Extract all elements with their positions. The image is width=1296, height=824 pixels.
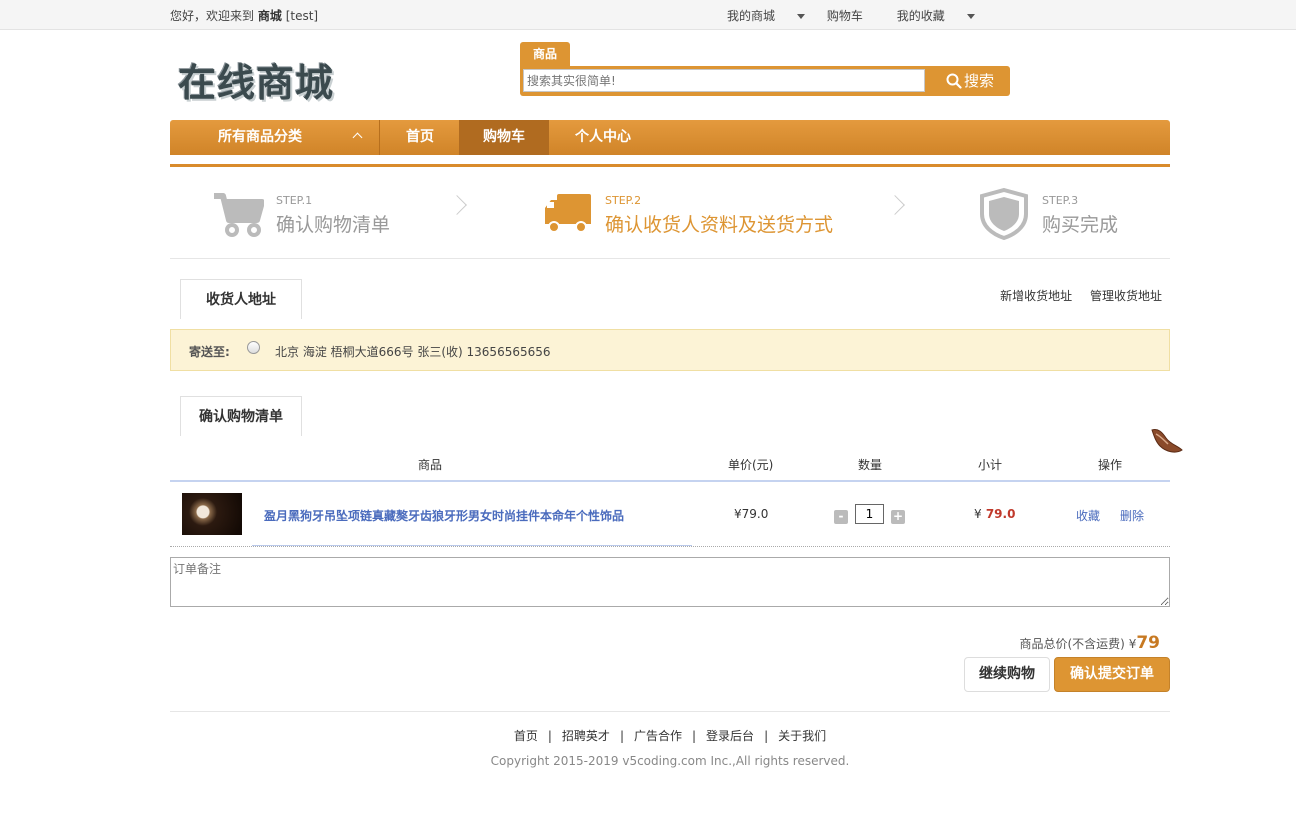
separator: |: [547, 729, 552, 743]
nav-item-cart[interactable]: 购物车: [459, 120, 549, 155]
address-actions: 新增收货地址 管理收货地址: [986, 287, 1162, 304]
header-qty: 数量: [858, 458, 883, 472]
qty-increase-button[interactable]: +: [891, 510, 905, 524]
quantity-input[interactable]: [855, 504, 884, 524]
top-bar: 您好，欢迎来到 商城 [test] 我的商城 购物车 我的收藏: [0, 0, 1296, 30]
header-price: 单价(元): [728, 458, 774, 472]
my-mall-menu[interactable]: 我的商城: [727, 9, 806, 23]
nav-divider: [170, 164, 1170, 167]
favorites-menu[interactable]: 我的收藏: [897, 9, 975, 23]
order-remark-field[interactable]: [170, 557, 1170, 607]
truck-icon: [545, 194, 591, 233]
cart-icon: [214, 193, 264, 237]
table-row: 盈月黑狗牙吊坠项链真藏獒牙齿狼牙形男女时尚挂件本命年个性饰品 ¥79.0 - +…: [170, 482, 1170, 547]
footer-link-jobs[interactable]: 招聘英才: [562, 729, 610, 743]
separator: |: [764, 729, 769, 743]
site-logo[interactable]: 在线商城: [178, 52, 334, 107]
subtotal-value: 79.0: [985, 507, 1016, 521]
nav-item-user-center[interactable]: 个人中心: [549, 120, 657, 155]
separator: |: [619, 729, 624, 743]
copyright: Copyright 2015-2019 v5coding.com Inc.,Al…: [490, 754, 850, 768]
top-links: 我的商城 购物车 我的收藏: [727, 7, 993, 24]
tab-confirm-cart[interactable]: 确认购物清单: [180, 396, 302, 436]
footer-link-ads[interactable]: 广告合作: [634, 729, 682, 743]
step-2-number: STEP.2: [605, 194, 642, 207]
header-ops: 操作: [1098, 458, 1123, 472]
product-name-link[interactable]: 盈月黑狗牙吊坠项链真藏獒牙齿狼牙形男女时尚挂件本命年个性饰品: [264, 507, 624, 524]
chevron-right-icon: [447, 195, 467, 215]
step-1-number: STEP.1: [276, 194, 313, 207]
welcome-text: 您好，欢迎来到 商城 [test]: [170, 7, 318, 24]
search-icon: [946, 73, 962, 89]
order-total: 商品总价(不含运费) ¥79: [1019, 633, 1160, 653]
delete-link[interactable]: 删除: [1120, 507, 1144, 524]
add-address-link[interactable]: 新增收货地址: [1000, 289, 1072, 303]
favorites-label: 我的收藏: [896, 9, 945, 23]
header-product: 商品: [418, 458, 443, 472]
unit-price: ¥79.0: [734, 507, 769, 521]
greeting-text: 您好，欢迎来到: [170, 9, 255, 23]
qty-decrease-button[interactable]: -: [834, 510, 848, 524]
footer-link-admin[interactable]: 登录后台: [706, 729, 754, 743]
header-subtotal: 小计: [978, 458, 1003, 472]
product-thumbnail[interactable]: [182, 493, 242, 535]
search-button[interactable]: 搜索: [930, 66, 1010, 96]
chevron-up-icon: [352, 132, 363, 143]
chevron-down-icon: [966, 14, 975, 19]
divider: [170, 711, 1170, 712]
address-radio[interactable]: [247, 341, 260, 354]
step-3-number: STEP.3: [1042, 194, 1079, 207]
username[interactable]: [test]: [286, 9, 318, 23]
footer-links: 首页 | 招聘英才 | 广告合作 | 登录后台 | 关于我们: [0, 727, 1296, 744]
cart-link[interactable]: 购物车: [827, 9, 863, 23]
my-mall-label: 我的商城: [727, 9, 776, 23]
main-nav: 所有商品分类 首页 购物车 个人中心: [170, 120, 1170, 155]
search-button-label: 搜索: [963, 72, 994, 90]
continue-shopping-button[interactable]: 继续购物: [964, 657, 1050, 692]
divider: [170, 258, 1170, 259]
all-categories-label: 所有商品分类: [218, 129, 302, 145]
shield-icon: [980, 188, 1028, 240]
ship-to-label: 寄送至:: [189, 345, 230, 359]
step-3-label: 购买完成: [1042, 214, 1119, 236]
submit-order-button[interactable]: 确认提交订单: [1054, 657, 1170, 692]
total-label: 商品总价(不含运费): [1019, 637, 1125, 651]
step-1-label: 确认购物清单: [276, 214, 391, 236]
currency-symbol: ¥: [974, 507, 982, 521]
chevron-right-icon: [885, 195, 905, 215]
chevron-down-icon: [797, 14, 806, 19]
search-input[interactable]: [523, 69, 925, 92]
search-tab-products[interactable]: 商品: [520, 42, 570, 66]
all-categories-menu[interactable]: 所有商品分类: [170, 120, 380, 155]
nav-item-home[interactable]: 首页: [381, 120, 459, 155]
total-value: 79: [1136, 633, 1160, 653]
row-subtotal: ¥ 79.0: [974, 507, 1015, 521]
search-bar: 搜索: [520, 66, 1010, 96]
favorite-link[interactable]: 收藏: [1076, 507, 1100, 524]
step-2-label: 确认收货人资料及送货方式: [605, 214, 834, 236]
row-underline: [252, 545, 692, 546]
footer-link-about[interactable]: 关于我们: [778, 729, 826, 743]
footer-link-home[interactable]: 首页: [514, 729, 538, 743]
cart-table-header: 商品 单价(元) 数量 小计 操作: [170, 446, 1170, 482]
address-text: 北京 海淀 梧桐大道666号 张三(收) 13656565656: [275, 345, 551, 359]
separator: |: [692, 729, 697, 743]
site-name[interactable]: 商城: [258, 9, 282, 23]
address-box: 寄送至: 北京 海淀 梧桐大道666号 张三(收) 13656565656: [170, 329, 1170, 371]
manage-address-link[interactable]: 管理收货地址: [1090, 289, 1162, 303]
tab-receiver-address[interactable]: 收货人地址: [180, 279, 302, 319]
